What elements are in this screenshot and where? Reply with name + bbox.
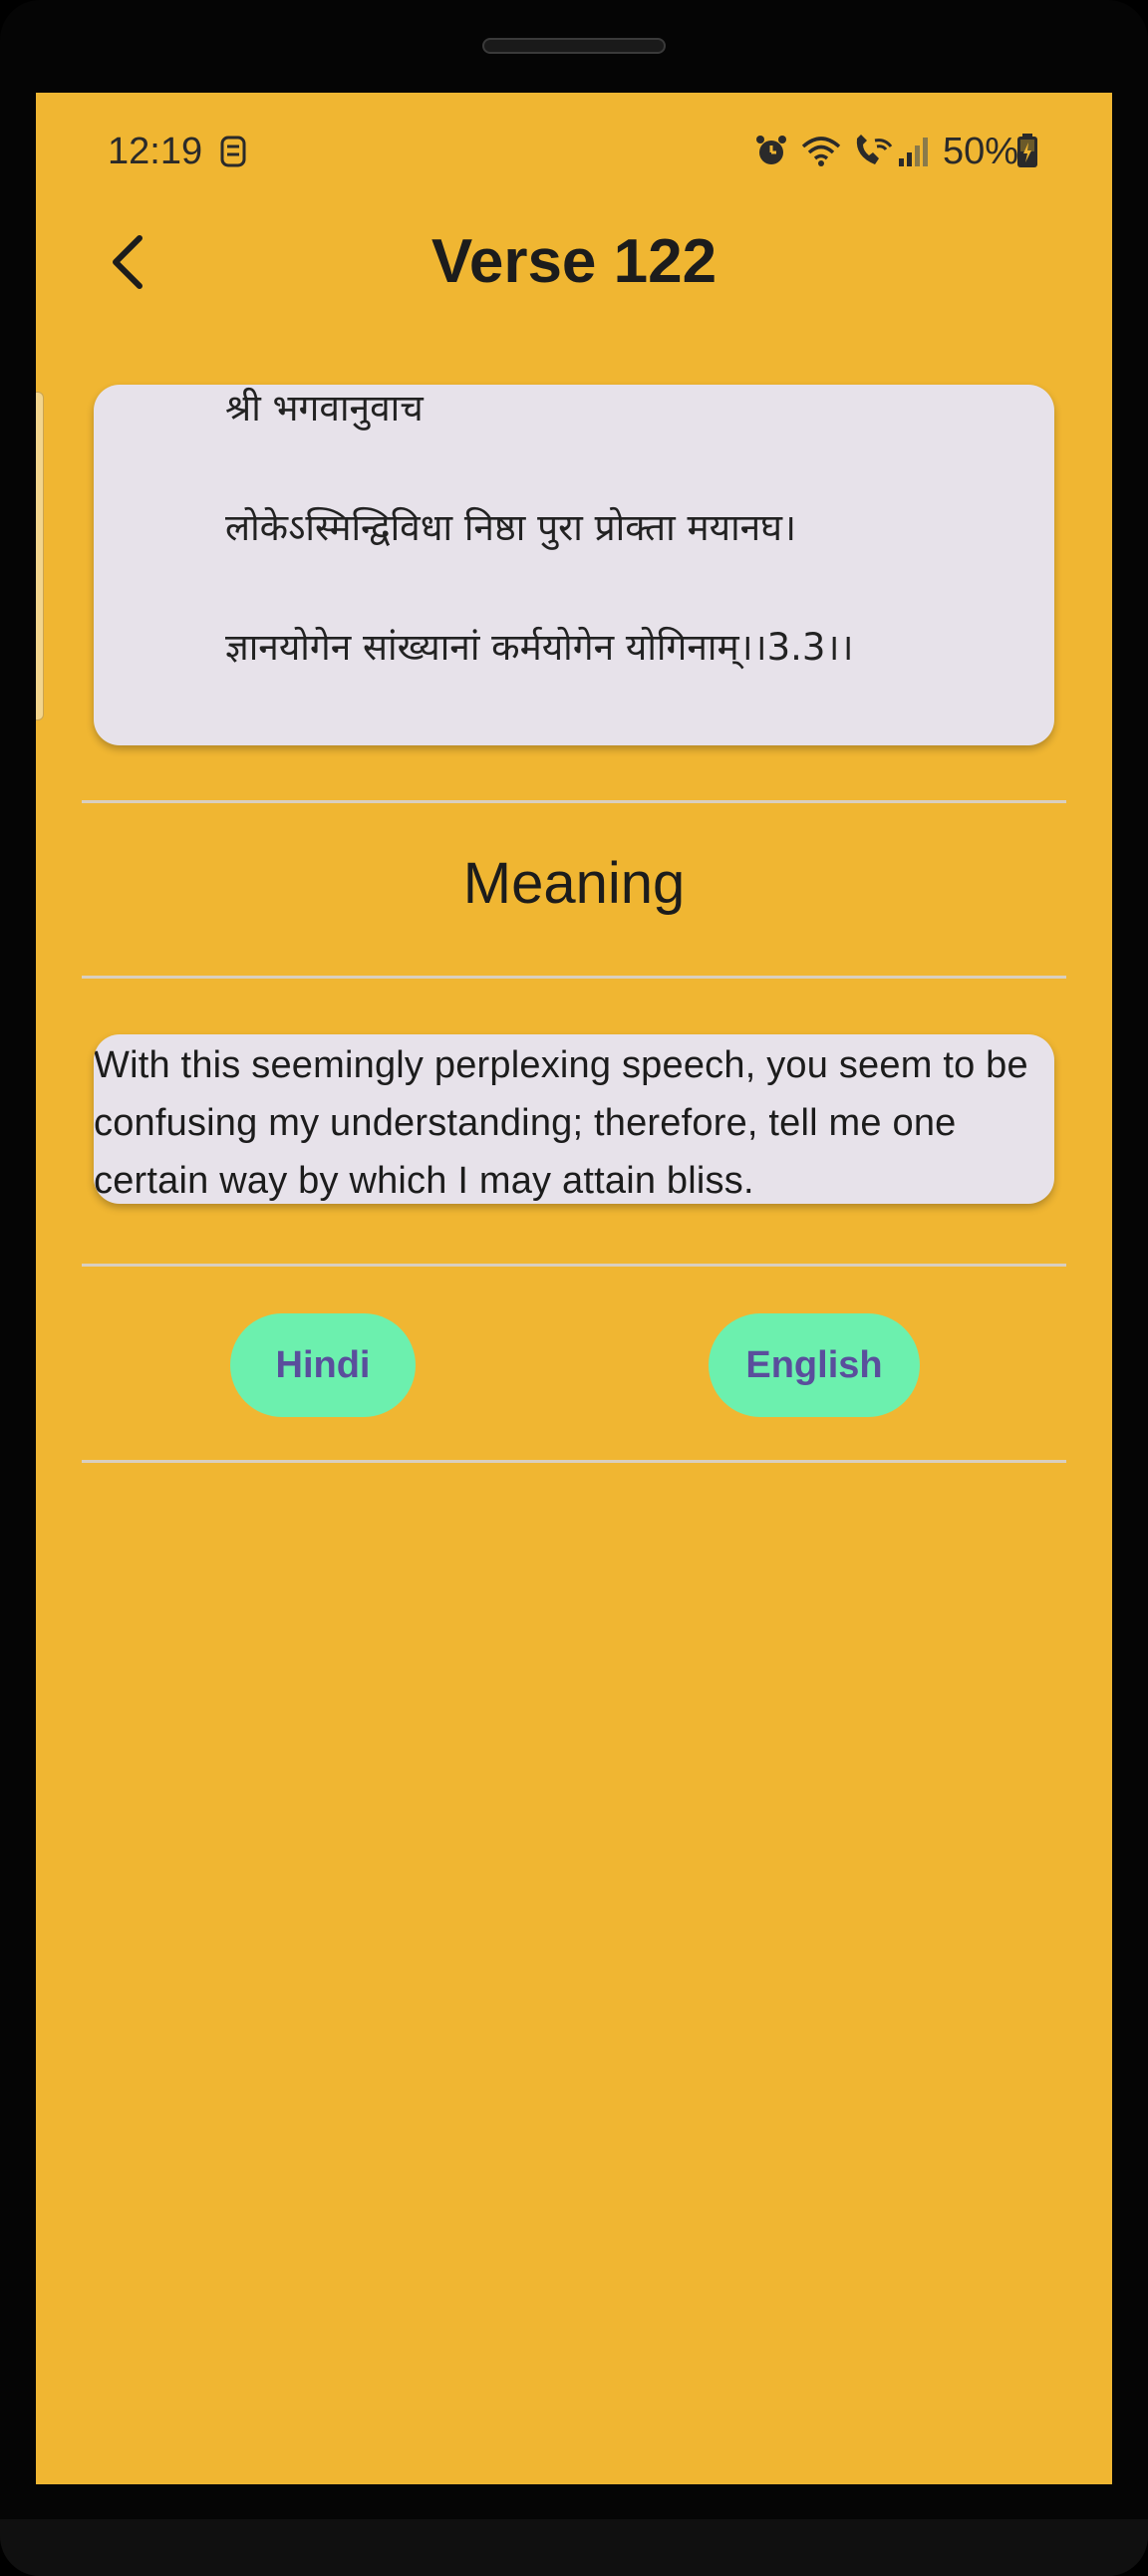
verse-line: ज्ञानयोगेन सांख्यानां कर्मयोगेन योगिनाम्… <box>225 626 854 669</box>
divider <box>82 1460 1066 1463</box>
earpiece-speaker <box>482 38 666 54</box>
verse-card: श्री भगवानुवाच लोकेऽस्मिन्द्विविधा निष्ठ… <box>94 385 1054 745</box>
device-frame: 12:19 50% Verse 122 श्री भगवानुवाच लोकेऽ… <box>0 0 1148 2576</box>
divider <box>82 976 1066 979</box>
wifi-icon <box>799 133 843 177</box>
notification-icon <box>219 135 247 177</box>
edge-panel-handle[interactable] <box>36 392 44 720</box>
alarm-icon <box>753 133 789 177</box>
signal-icon <box>897 133 933 177</box>
english-button[interactable]: English <box>709 1313 920 1417</box>
meaning-heading: Meaning <box>462 851 686 916</box>
app-screen: 12:19 50% Verse 122 श्री भगवानुवाच लोकेऽ… <box>36 93 1112 2484</box>
bottom-bezel <box>0 2519 1148 2576</box>
status-time: 12:19 <box>108 131 203 172</box>
meaning-text: With this seemingly perplexing speech, y… <box>94 1044 1028 1202</box>
divider <box>82 1264 1066 1267</box>
battery-percent: 50% <box>943 131 1019 172</box>
battery-icon <box>1016 133 1038 177</box>
status-bar: 12:19 50% <box>36 93 1112 212</box>
page-title: Verse 122 <box>430 227 718 296</box>
wifi-call-icon <box>851 133 895 177</box>
divider <box>82 800 1066 803</box>
hindi-button[interactable]: Hindi <box>230 1313 416 1417</box>
verse-line: लोकेऽस्मिन्द्विविधा निष्ठा पुरा प्रोक्ता… <box>225 506 797 549</box>
verse-line: श्री भगवानुवाच <box>225 387 424 429</box>
meaning-card: With this seemingly perplexing speech, y… <box>94 1034 1054 1204</box>
